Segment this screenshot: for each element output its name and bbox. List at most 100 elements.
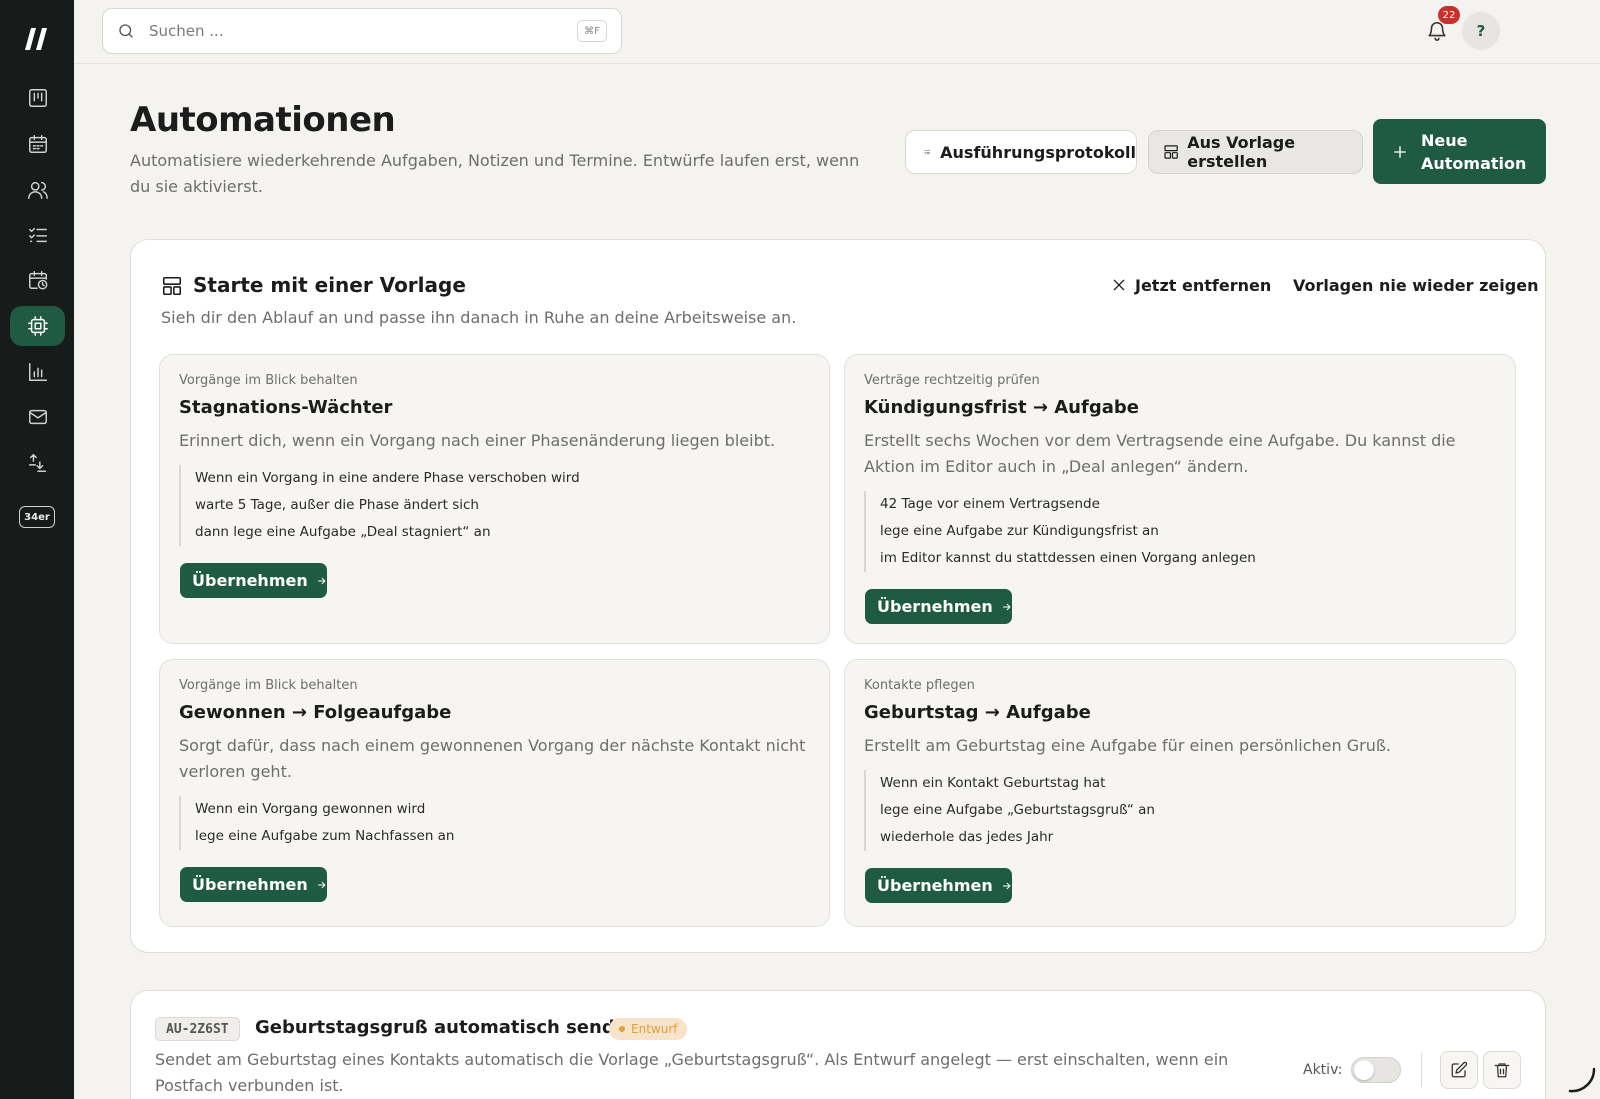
toggle-knob	[1354, 1060, 1374, 1080]
calendar-icon	[28, 135, 47, 153]
automation-card: AU-2Z6ST Geburtstagsgruß automatisch sen…	[130, 990, 1546, 1099]
search-shortcut: ⌘F	[577, 20, 607, 42]
active-label: Aktiv:	[1303, 1062, 1343, 1078]
schedule-icon	[28, 271, 47, 290]
import-export-icon	[28, 454, 46, 472]
adopt-template-button[interactable]: Übernehmen	[180, 867, 327, 902]
templates-subtitle: Sieh dir den Ablauf an und passe ihn dan…	[161, 308, 797, 327]
new-automation-label: Neue Automation	[1421, 130, 1527, 173]
create-from-template-button[interactable]: Aus Vorlage erstellen	[1148, 130, 1363, 174]
template-title: Stagnations-Wächter	[179, 397, 393, 418]
template-description: Erstellt am Geburtstag eine Aufgabe für …	[864, 736, 1391, 755]
help-button[interactable]: ?	[1462, 12, 1500, 50]
dismiss-templates-button[interactable]: Jetzt entfernen	[1111, 270, 1271, 300]
adopt-label: Übernehmen	[192, 875, 308, 894]
template-step: wiederhole das jedes Jahr	[880, 829, 1054, 845]
sidebar-item-board[interactable]	[10, 78, 65, 118]
dismiss-templates-label: Jetzt entfernen	[1135, 275, 1272, 295]
sidebar-item-import-export[interactable]	[10, 443, 65, 483]
chart-icon	[28, 363, 47, 381]
template-card: Vorgänge im Blick behalten Gewonnen → Fo…	[159, 659, 830, 927]
arrow-right-icon	[317, 881, 326, 888]
template-steps: Wenn ein Vorgang gewonnen wird lege eine…	[179, 796, 455, 850]
app-logo-icon[interactable]	[24, 27, 50, 51]
template-card: Vorgänge im Blick behalten Stagnations-W…	[159, 354, 830, 644]
adopt-template-button[interactable]: Übernehmen	[180, 563, 327, 598]
board-icon	[28, 89, 47, 107]
template-steps: Wenn ein Vorgang in eine andere Phase ve…	[179, 465, 580, 546]
search-input[interactable]: Suchen ... ⌘F	[102, 8, 622, 54]
template-card: Kontakte pflegen Geburtstag → Aufgabe Er…	[844, 659, 1516, 927]
template-title: Geburtstag → Aufgabe	[864, 702, 1091, 723]
template-steps: 42 Tage vor einem Vertragsende lege eine…	[864, 491, 1256, 572]
template-title: Kündigungsfrist → Aufgabe	[864, 397, 1139, 418]
divider	[1421, 1053, 1422, 1087]
sidebar-item-calendar[interactable]	[10, 124, 65, 164]
sidebar-item-tasks[interactable]	[10, 215, 65, 255]
automation-description: Sendet am Geburtstag eines Kontakts auto…	[155, 1050, 1229, 1095]
automation-title[interactable]: Geburtstagsgruß automatisch senden	[255, 1017, 640, 1038]
active-toggle[interactable]	[1351, 1057, 1401, 1083]
adopt-label: Übernehmen	[877, 597, 993, 616]
arrow-right-icon	[1002, 603, 1011, 610]
sidebar-item-schedule[interactable]	[10, 260, 65, 300]
create-from-template-label: Aus Vorlage erstellen	[1187, 133, 1296, 171]
template-step: Wenn ein Vorgang gewonnen wird	[195, 801, 426, 817]
adopt-template-button[interactable]: Übernehmen	[865, 868, 1012, 903]
topbar: Suchen ... ⌘F	[74, 0, 1600, 64]
plus-icon	[1394, 145, 1406, 158]
sidebar-badge-34er[interactable]: 34er	[19, 506, 55, 528]
sidebar: 34er	[0, 0, 74, 1099]
adopt-label: Übernehmen	[192, 571, 308, 590]
status-dot	[619, 1026, 625, 1032]
template-step: Wenn ein Vorgang in eine andere Phase ve…	[195, 470, 580, 486]
search-placeholder[interactable]: Suchen ...	[149, 22, 577, 40]
trash-icon	[1494, 1063, 1510, 1078]
adopt-label: Übernehmen	[877, 876, 993, 895]
sidebar-item-automations[interactable]	[10, 306, 65, 346]
execution-log-label: Ausführungsprotokoll	[940, 142, 1136, 162]
template-step: lege eine Aufgabe zum Nachfassen an	[195, 828, 455, 844]
template-title: Gewonnen → Folgeaufgabe	[179, 702, 452, 723]
template-step: lege eine Aufgabe zur Kündigungsfrist an	[880, 523, 1159, 539]
template-step: Wenn ein Kontakt Geburtstag hat	[880, 775, 1106, 791]
notification-count-badge: 22	[1438, 6, 1460, 24]
mail-icon	[28, 409, 47, 425]
template-description: Sorgt dafür, dass nach einem gewonnenen …	[179, 736, 806, 781]
execution-log-button[interactable]: Ausführungsprotokoll	[905, 130, 1137, 174]
template-step: dann lege eine Aufgabe „Deal stagniert“ …	[195, 524, 491, 540]
users-icon	[27, 181, 48, 199]
template-steps: Wenn ein Kontakt Geburtstag hat lege ein…	[864, 770, 1155, 851]
page-title: Automationen	[130, 100, 396, 140]
arrow-right-icon	[1002, 882, 1011, 889]
arrow-right-icon	[317, 577, 326, 584]
automation-chip-icon	[27, 316, 48, 336]
new-automation-button[interactable]: Neue Automation	[1373, 119, 1546, 184]
template-icon	[161, 275, 183, 297]
edit-automation-button[interactable]	[1440, 1051, 1478, 1089]
page-description: Automatisiere wiederkehrende Aufgaben, N…	[130, 151, 860, 196]
template-icon	[1164, 145, 1178, 159]
close-icon	[1113, 279, 1125, 291]
edit-icon	[1451, 1061, 1468, 1078]
sidebar-item-contacts[interactable]	[10, 170, 65, 210]
sidebar-item-mail[interactable]	[10, 397, 65, 437]
delete-automation-button[interactable]	[1483, 1051, 1521, 1089]
status-label: Entwurf	[631, 1022, 678, 1036]
templates-panel: Starte mit einer Vorlage Sieh dir den Ab…	[130, 239, 1546, 953]
template-category: Verträge rechtzeitig prüfen	[864, 373, 1040, 388]
search-icon	[119, 24, 133, 38]
loading-spinner-icon	[1568, 1067, 1596, 1093]
template-category: Vorgänge im Blick behalten	[179, 373, 358, 388]
adopt-template-button[interactable]: Übernehmen	[865, 589, 1012, 624]
never-show-templates-button[interactable]: Vorlagen nie wieder zeigen	[1293, 270, 1538, 300]
checklist-icon	[924, 149, 930, 155]
template-description: Erstellt sechs Wochen vor dem Vertragsen…	[864, 431, 1456, 476]
template-step: 42 Tage vor einem Vertragsende	[880, 496, 1100, 512]
template-category: Vorgänge im Blick behalten	[179, 678, 358, 693]
templates-title: Starte mit einer Vorlage	[193, 273, 466, 297]
template-category: Kontakte pflegen	[864, 678, 975, 693]
sidebar-item-reports[interactable]	[10, 352, 65, 392]
tasks-icon	[28, 227, 47, 243]
template-card: Verträge rechtzeitig prüfen Kündigungsfr…	[844, 354, 1516, 644]
